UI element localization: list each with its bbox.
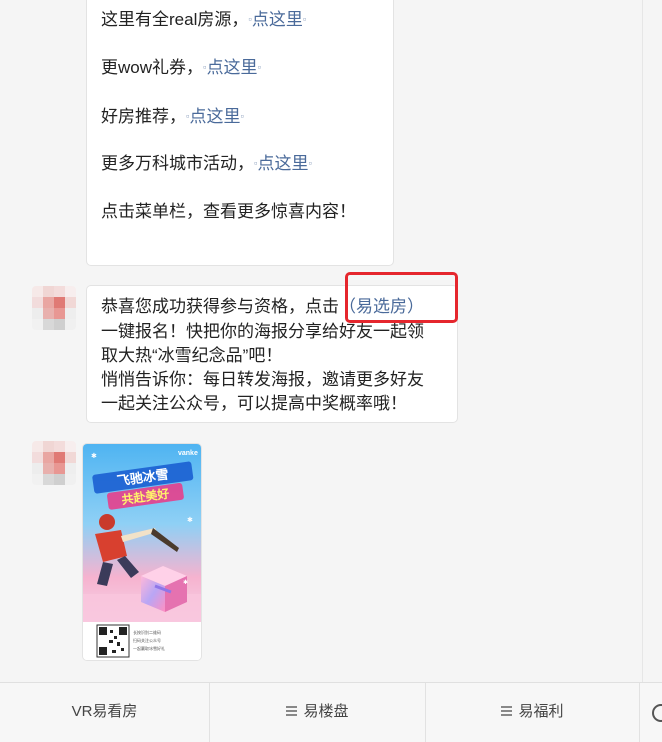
line-text: 好房推荐， xyxy=(101,107,186,126)
bottom-menu-bar: VR易看房 易楼盘 易福利 xyxy=(0,682,662,742)
line-text: 这里有全real房源， xyxy=(101,10,249,29)
poster-image-message[interactable]: vanke 飞驰冰雪 共赴美好 ✱ ✱ ✱ 长按识别二维码 扫码关注公众号 一起… xyxy=(82,443,202,661)
avatar[interactable] xyxy=(32,441,76,485)
link-dianzheli[interactable]: 点这里 xyxy=(252,10,303,29)
line-text: 更多万科城市活动， xyxy=(101,154,254,173)
hamburger-icon xyxy=(501,704,513,718)
chat-area: 这里有全real房源，▫点这里▫ 更wow礼券，▫点这里▫ 好房推荐，▫点这里▫… xyxy=(0,0,662,682)
menu-item-label: 易福利 xyxy=(518,703,564,720)
message-line: 一起关注公众号，可以提高中奖概率哦！ xyxy=(101,394,407,413)
svg-text:✱: ✱ xyxy=(183,579,188,586)
svg-text:✱: ✱ xyxy=(91,452,97,460)
qr-caption: 一起赢取冰雪好礼 xyxy=(133,645,165,651)
poster-brand: vanke xyxy=(178,450,198,457)
qr-caption: 长按识别二维码 xyxy=(133,629,161,635)
qr-caption: 扫码关注公众号 xyxy=(133,637,161,643)
link-icon: ▫ xyxy=(240,111,245,123)
link-dianzheli[interactable]: 点这里 xyxy=(190,107,241,126)
link-icon: ▫ xyxy=(308,158,313,170)
link-dianzheli[interactable]: 点这里 xyxy=(258,154,309,173)
message-line: 一键报名！快把你的海报分享给好友一起领 xyxy=(101,322,424,341)
line-text: 更wow礼券， xyxy=(101,58,204,77)
highlight-box xyxy=(345,272,458,323)
message-line: 更wow礼券，▫点这里▫ xyxy=(101,56,261,80)
message-footer: 点击菜单栏，查看更多惊喜内容！ xyxy=(101,202,356,221)
message-line: 这里有全real房源，▫点这里▫ xyxy=(101,8,306,32)
message-line: 好房推荐，▫点这里▫ xyxy=(101,105,244,129)
menu-item-loupan[interactable]: 易楼盘 xyxy=(210,683,425,742)
message-bubble-menu-links: 这里有全real房源，▫点这里▫ 更wow礼券，▫点这里▫ 好房推荐，▫点这里▫… xyxy=(86,0,394,266)
link-icon: ▫ xyxy=(257,62,262,74)
svg-text:✱: ✱ xyxy=(187,516,193,524)
menu-divider xyxy=(639,683,640,742)
menu-item-label: 易楼盘 xyxy=(303,703,349,720)
avatar[interactable] xyxy=(32,286,76,330)
qr-code xyxy=(96,624,130,658)
message-line: 更多万科城市活动，▫点这里▫ xyxy=(101,152,312,176)
menu-item-label: VR易看房 xyxy=(71,703,138,720)
link-icon: ▫ xyxy=(302,14,307,26)
message-line: 悄悄告诉你：每日转发海报，邀请更多好友 xyxy=(101,370,424,389)
menu-item-vr-kanfang[interactable]: VR易看房 xyxy=(0,683,209,742)
hamburger-icon xyxy=(286,704,298,718)
message-line: 取大热“冰雪纪念品”吧！ xyxy=(101,346,283,365)
menu-item-fuli[interactable]: 易福利 xyxy=(426,683,639,742)
line-text: 恭喜您成功获得参与资格，点击 xyxy=(101,297,339,316)
keyboard-toggle-icon[interactable] xyxy=(652,704,662,722)
divider xyxy=(642,0,643,682)
poster-image: vanke 飞驰冰雪 共赴美好 ✱ ✱ ✱ 长按识别二维码 扫码关注公众号 一起… xyxy=(83,444,201,660)
link-dianzheli[interactable]: 点这里 xyxy=(207,58,258,77)
